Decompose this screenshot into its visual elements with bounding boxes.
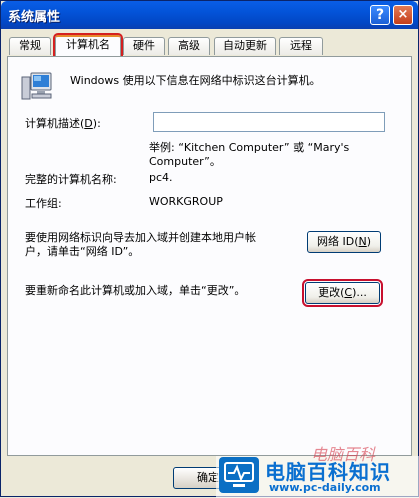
workgroup-value: WORKGROUP: [149, 195, 223, 208]
watermark-logo-icon: [219, 457, 259, 493]
title-bar[interactable]: 系统属性 ? ×: [1, 1, 418, 29]
computer-name-panel: Windows 使用以下信息在网络中标识这台计算机。 计算机描述(D): 举例:…: [7, 56, 412, 456]
tab-automatic-updates[interactable]: 自动更新: [214, 37, 276, 55]
intro-text: Windows 使用以下信息在网络中标识这台计算机。: [70, 74, 321, 87]
change-button[interactable]: 更改(C)...: [302, 279, 383, 307]
watermark-url: www.pc-daily.com: [269, 481, 381, 494]
network-id-button[interactable]: 网络 ID(N): [307, 231, 381, 253]
help-button[interactable]: ?: [370, 5, 390, 25]
computer-description-label: 计算机描述(D):: [25, 117, 101, 130]
example-text-line2: Computer”。: [149, 155, 221, 168]
tab-remote[interactable]: 远程: [279, 37, 323, 55]
computer-description-input[interactable]: [153, 112, 385, 132]
workgroup-label: 工作组:: [25, 197, 62, 210]
tab-computer-name[interactable]: 计算机名: [53, 33, 123, 58]
computer-icon: [21, 72, 52, 100]
full-computer-name-value: pc4.: [149, 171, 173, 184]
rename-description: 要重新命名此计算机或加入域，单击“更改”。: [25, 284, 246, 297]
close-icon: ×: [397, 7, 409, 22]
close-button[interactable]: ×: [393, 5, 413, 25]
network-id-description-line2: 户，请单击“网络 ID”。: [25, 245, 140, 258]
full-computer-name-label: 完整的计算机名称:: [25, 173, 117, 186]
tab-general[interactable]: 常规: [9, 37, 51, 55]
system-properties-window: 系统属性 ? × 常规 计算机名 硬件 高级 自动更新 远程 Windows 使…: [0, 0, 419, 498]
window-title: 系统属性: [8, 10, 61, 25]
help-icon: ?: [375, 7, 385, 23]
tab-advanced[interactable]: 高级: [168, 37, 210, 55]
tab-hardware[interactable]: 硬件: [123, 37, 165, 55]
